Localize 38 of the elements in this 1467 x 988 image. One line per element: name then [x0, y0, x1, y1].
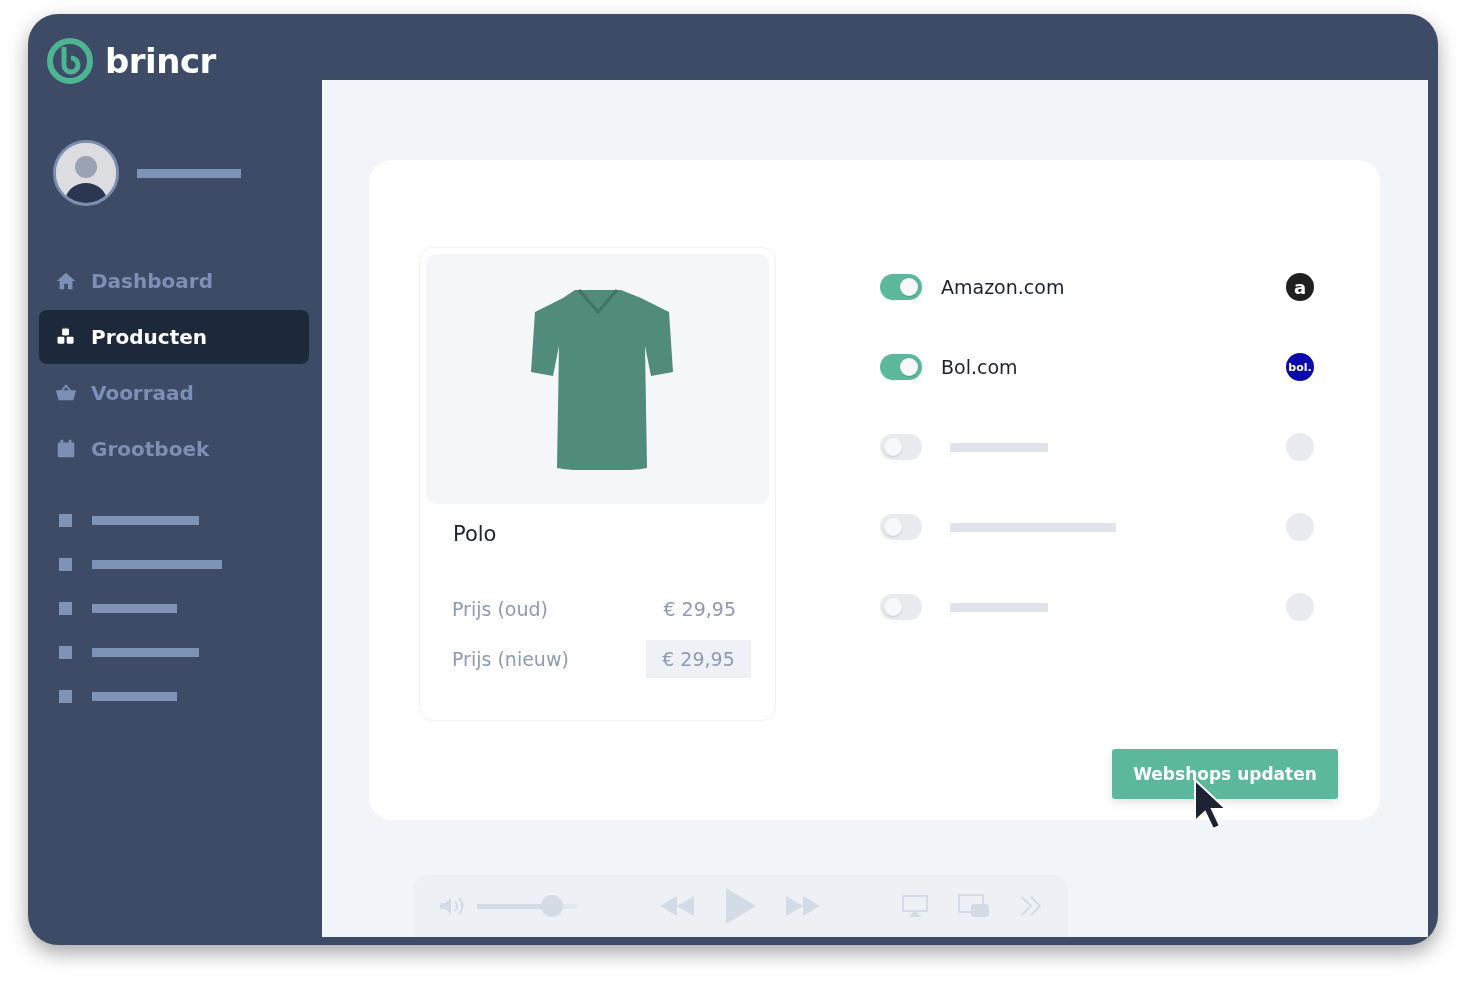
toggle-switch[interactable] — [880, 594, 922, 620]
screen-cast-icon[interactable] — [902, 895, 928, 917]
placeholder-square — [59, 689, 72, 703]
fast-forward-icon[interactable] — [785, 896, 820, 916]
chevrons-icon[interactable] — [1020, 895, 1042, 917]
placeholder-circle — [1286, 433, 1314, 461]
logo-icon — [47, 38, 93, 84]
nav-item[interactable]: Grootboek — [39, 422, 309, 476]
placeholder-circle — [1286, 513, 1314, 541]
webshop-name: Bol.com — [941, 356, 1018, 378]
price-label: Prijs (oud) — [452, 598, 548, 620]
nav-item[interactable]: Producten — [39, 310, 309, 364]
price-input-field[interactable]: € 29,95 — [646, 640, 751, 678]
brand-name: brincr — [105, 41, 216, 81]
toggle-switch[interactable] — [880, 354, 922, 380]
calendar-icon — [55, 438, 77, 460]
placeholder-circle — [1286, 593, 1314, 621]
nav-item[interactable]: Voorraad — [39, 366, 309, 420]
nav-item[interactable]: Dashboard — [39, 254, 309, 308]
price-label: Prijs (nieuw) — [452, 648, 569, 670]
play-icon[interactable] — [723, 887, 756, 925]
volume-thumb[interactable] — [541, 894, 563, 917]
placeholder-square — [59, 645, 72, 659]
placeholder-square — [59, 557, 72, 571]
webshop-logo: bol. — [1286, 353, 1314, 381]
toggle-switch[interactable] — [880, 274, 922, 300]
home-icon — [55, 270, 77, 292]
update-button[interactable]: Webshops updaten — [1112, 749, 1338, 799]
toggle-switch[interactable] — [880, 434, 922, 460]
webshop-logo: a — [1286, 273, 1314, 301]
placeholder-square — [59, 601, 72, 615]
product-name: Polo — [453, 522, 498, 546]
price-value: € 29,95 — [662, 597, 737, 622]
placeholder-square — [59, 513, 72, 527]
picture-in-picture-icon[interactable] — [958, 894, 990, 918]
webshop-name: Amazon.com — [941, 276, 1065, 298]
toggle-switch[interactable] — [880, 514, 922, 540]
rewind-icon[interactable] — [659, 896, 694, 916]
